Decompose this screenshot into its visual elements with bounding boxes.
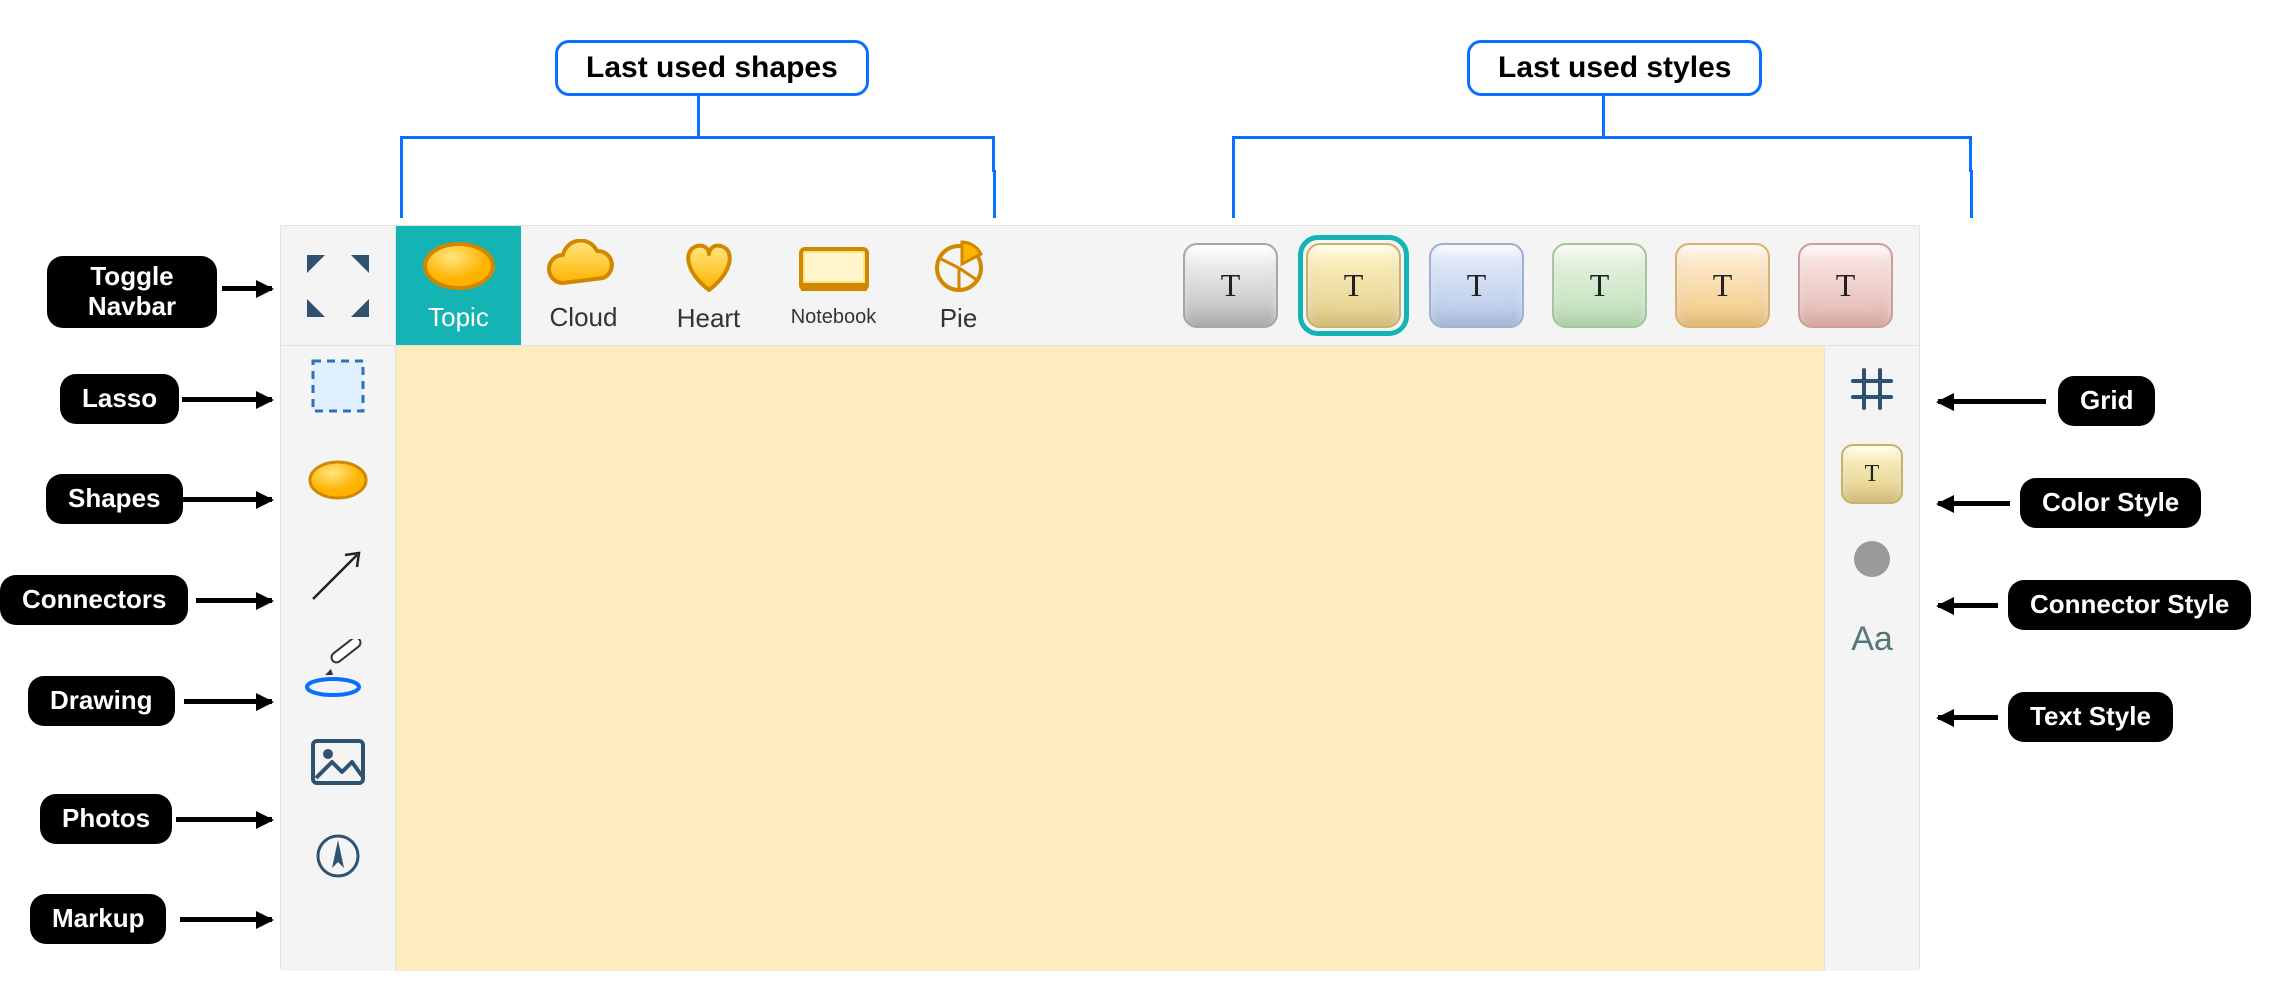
shape-label: Cloud <box>550 302 618 333</box>
shape-pie[interactable]: Pie <box>896 226 1021 345</box>
style-swatch-blue[interactable]: T <box>1421 235 1532 336</box>
callout-connector-style: Connector Style <box>2008 580 2251 630</box>
cloud-icon <box>543 239 625 298</box>
pie-icon <box>931 238 987 299</box>
connector-style-button[interactable] <box>1832 534 1912 584</box>
style-swatch-green[interactable]: T <box>1544 235 1655 336</box>
text-style-label: Aa <box>1851 620 1893 659</box>
bracket-leg <box>993 170 996 218</box>
draw-icon <box>303 639 373 697</box>
text-style-button[interactable]: Aa <box>1832 614 1912 664</box>
swatch-letter: T <box>1306 243 1401 328</box>
callout-stem <box>697 96 700 136</box>
callout-lead <box>1938 715 1998 720</box>
callout-lead <box>196 598 272 603</box>
callout-photos: Photos <box>40 794 172 844</box>
grid-icon <box>1851 368 1893 410</box>
style-swatch-grey[interactable]: T <box>1175 235 1286 336</box>
shape-label: Topic <box>428 302 489 333</box>
callout-lead <box>176 817 272 822</box>
markup-icon <box>314 832 362 880</box>
canvas[interactable] <box>396 346 1824 971</box>
fullscreen-icon <box>303 251 373 321</box>
ellipse-icon <box>306 458 370 502</box>
swatch-letter: T <box>1675 243 1770 328</box>
callout-color-style: Color Style <box>2020 478 2201 528</box>
shape-notebook[interactable]: Notebook <box>771 226 896 345</box>
grid-button[interactable] <box>1832 364 1912 414</box>
shape-cloud[interactable]: Cloud <box>521 226 646 345</box>
swatch-letter: T <box>1429 243 1524 328</box>
callout-lasso: Lasso <box>60 374 179 424</box>
markup-tool[interactable] <box>298 826 378 886</box>
color-style-swatch: T <box>1841 444 1903 504</box>
callout-markup: Markup <box>30 894 166 944</box>
style-swatch-red[interactable]: T <box>1790 235 1901 336</box>
swatch-letter: T <box>1183 243 1278 328</box>
callout-last-used-shapes: Last used shapes <box>555 40 869 96</box>
ellipse-icon <box>419 239 499 298</box>
shape-label: Notebook <box>791 306 877 329</box>
callout-lead <box>1938 603 1998 608</box>
callout-lead <box>182 497 272 502</box>
callout-lead <box>180 917 272 922</box>
callout-grid: Grid <box>2058 376 2155 426</box>
circle-icon <box>1849 536 1895 582</box>
toggle-navbar-button[interactable] <box>281 226 396 345</box>
arrow-icon <box>307 543 369 605</box>
shape-topic[interactable]: Topic <box>396 226 521 345</box>
shape-heart[interactable]: Heart <box>646 226 771 345</box>
bracket-leg <box>1232 170 1235 218</box>
callout-shapes: Shapes <box>46 474 183 524</box>
drawing-tool[interactable] <box>298 638 378 698</box>
callout-toggle-navbar: Toggle Navbar <box>47 256 217 328</box>
callout-connectors: Connectors <box>0 575 188 625</box>
callout-last-used-styles: Last used styles <box>1467 40 1762 96</box>
swatch-letter: T <box>1552 243 1647 328</box>
lasso-tool[interactable] <box>298 356 378 416</box>
callout-stem <box>1602 96 1605 136</box>
left-toolbar <box>281 346 396 971</box>
connectors-tool[interactable] <box>298 544 378 604</box>
photos-tool[interactable] <box>298 732 378 792</box>
heart-icon <box>677 238 741 299</box>
style-swatch-yellow[interactable]: T <box>1298 235 1409 336</box>
color-style-button[interactable]: T <box>1841 444 1903 504</box>
photo-icon <box>310 738 366 786</box>
top-toolbar: TopicCloudHeartNotebookPie TTTTTT <box>281 226 1919 346</box>
app-window: TopicCloudHeartNotebookPie TTTTTT <box>280 225 1920 970</box>
callout-bracket-styles <box>1232 136 1972 172</box>
shapes-tool[interactable] <box>298 450 378 510</box>
callout-lead <box>1938 501 2010 506</box>
style-swatch-orange[interactable]: T <box>1667 235 1778 336</box>
callout-lead <box>184 699 272 704</box>
shape-label: Heart <box>677 303 741 334</box>
lasso-icon <box>309 357 367 415</box>
bracket-leg <box>1970 170 1973 218</box>
callout-bracket-shapes <box>400 136 995 172</box>
notebook-icon <box>795 243 873 302</box>
bracket-leg <box>400 170 403 218</box>
swatch-letter: T <box>1798 243 1893 328</box>
callout-text-style: Text Style <box>2008 692 2173 742</box>
callout-lead <box>222 286 272 291</box>
last-used-styles: TTTTTT <box>1175 226 1919 345</box>
callout-drawing: Drawing <box>28 676 175 726</box>
callout-lead <box>182 397 272 402</box>
right-toolbar: T Aa <box>1824 346 1919 971</box>
last-used-shapes: Topic Cloud Heart Notebook Pie <box>396 226 1021 345</box>
callout-lead <box>1938 399 2046 404</box>
shape-label: Pie <box>940 303 978 334</box>
